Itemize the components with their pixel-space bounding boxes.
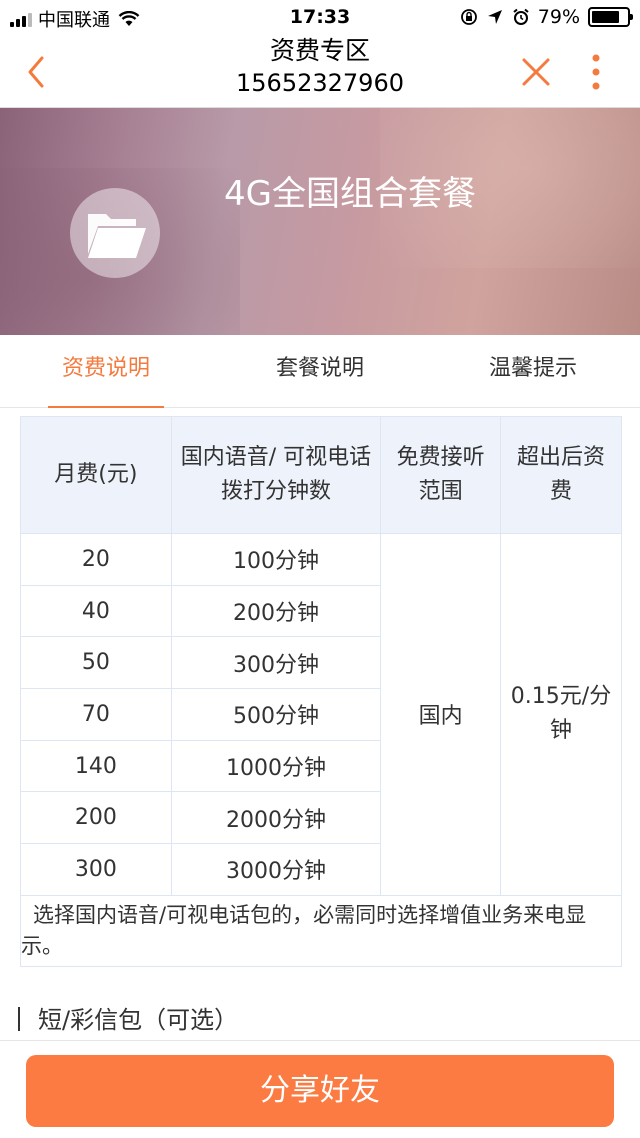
- battery-icon: [588, 7, 633, 27]
- minutes-cell: 500分钟: [170, 688, 382, 741]
- minutes-cell: 100分钟: [170, 533, 382, 586]
- fee-table: 月费(元) 国内语音/ 可视电话 拨打分钟数 免费接听范围 超出后资费 20 1…: [20, 416, 622, 967]
- header-call-minutes: 国内语音/ 可视电话 拨打分钟数: [170, 416, 382, 534]
- fee-cell: 300: [20, 843, 172, 896]
- minutes-cell: 3000分钟: [170, 843, 382, 896]
- fee-cell: 140: [20, 739, 172, 793]
- minutes-cell: 200分钟: [170, 584, 382, 638]
- nav-bar: 资费专区 15652327960: [0, 36, 640, 108]
- tab-fee-description[interactable]: 资费说明: [48, 335, 164, 408]
- share-button[interactable]: 分享好友: [26, 1055, 614, 1127]
- status-right: 79%: [460, 6, 633, 28]
- overage-rate-text: 0.15元/分钟: [510, 684, 612, 744]
- table-note: 选择国内语音/可视电话包的，必需同时选择增值业务来电显示。: [20, 894, 622, 967]
- tab-tips[interactable]: 温馨提示: [475, 335, 591, 408]
- rotation-lock-icon: [460, 9, 477, 25]
- table-note-row: 选择国内语音/可视电话包的，必需同时选择增值业务来电显示。: [20, 894, 622, 967]
- minutes-cell: 300分钟: [170, 636, 382, 690]
- more-icon[interactable]: [584, 52, 608, 92]
- section-bar: [18, 1007, 20, 1031]
- battery-fill: [592, 11, 619, 23]
- bottom-bar: 分享好友: [0, 1040, 640, 1138]
- banner-title: 4G全国组合套餐: [224, 174, 476, 214]
- fee-cell: 70: [20, 688, 172, 741]
- section-title-text: 短/彩信包（可选）: [38, 1006, 239, 1034]
- banner: 4G全国组合套餐: [0, 108, 640, 335]
- header-overage-rate: 超出后资费: [500, 416, 622, 534]
- table-row: 20 100分钟 国内 0.15元/分钟: [20, 533, 622, 896]
- fee-cell: 40: [20, 584, 172, 638]
- table-header-row: 月费(元) 国内语音/ 可视电话 拨打分钟数 免费接听范围 超出后资费: [20, 416, 622, 534]
- free-range-cell: 国内: [380, 533, 501, 896]
- battery-percent: 79%: [537, 6, 580, 28]
- header-monthly-fee: 月费(元): [20, 416, 172, 534]
- overage-rate-cell: 0.15元/分钟: [500, 533, 622, 896]
- tab-bar: 资费说明 套餐说明 温馨提示: [0, 335, 640, 408]
- minutes-cell: 1000分钟: [170, 739, 382, 793]
- fee-cell: 20: [20, 533, 172, 586]
- fee-cell: 50: [20, 636, 172, 690]
- status-bar: 中国联通 17:33 79%: [0, 0, 640, 36]
- location-icon: [487, 10, 502, 24]
- header-free-range: 免费接听范围: [380, 416, 501, 534]
- fee-cell: 200: [20, 791, 172, 845]
- section-sms-package: 短/彩信包（可选）: [18, 1000, 238, 1035]
- minutes-cell: 2000分钟: [170, 791, 382, 845]
- alarm-icon: [513, 8, 529, 25]
- table-note-text: 选择国内语音/可视电话包的，必需同时选择增值业务来电显示。: [21, 902, 587, 958]
- close-icon[interactable]: [518, 54, 554, 90]
- folder-icon: [88, 214, 146, 258]
- tab-package-description[interactable]: 套餐说明: [262, 335, 378, 408]
